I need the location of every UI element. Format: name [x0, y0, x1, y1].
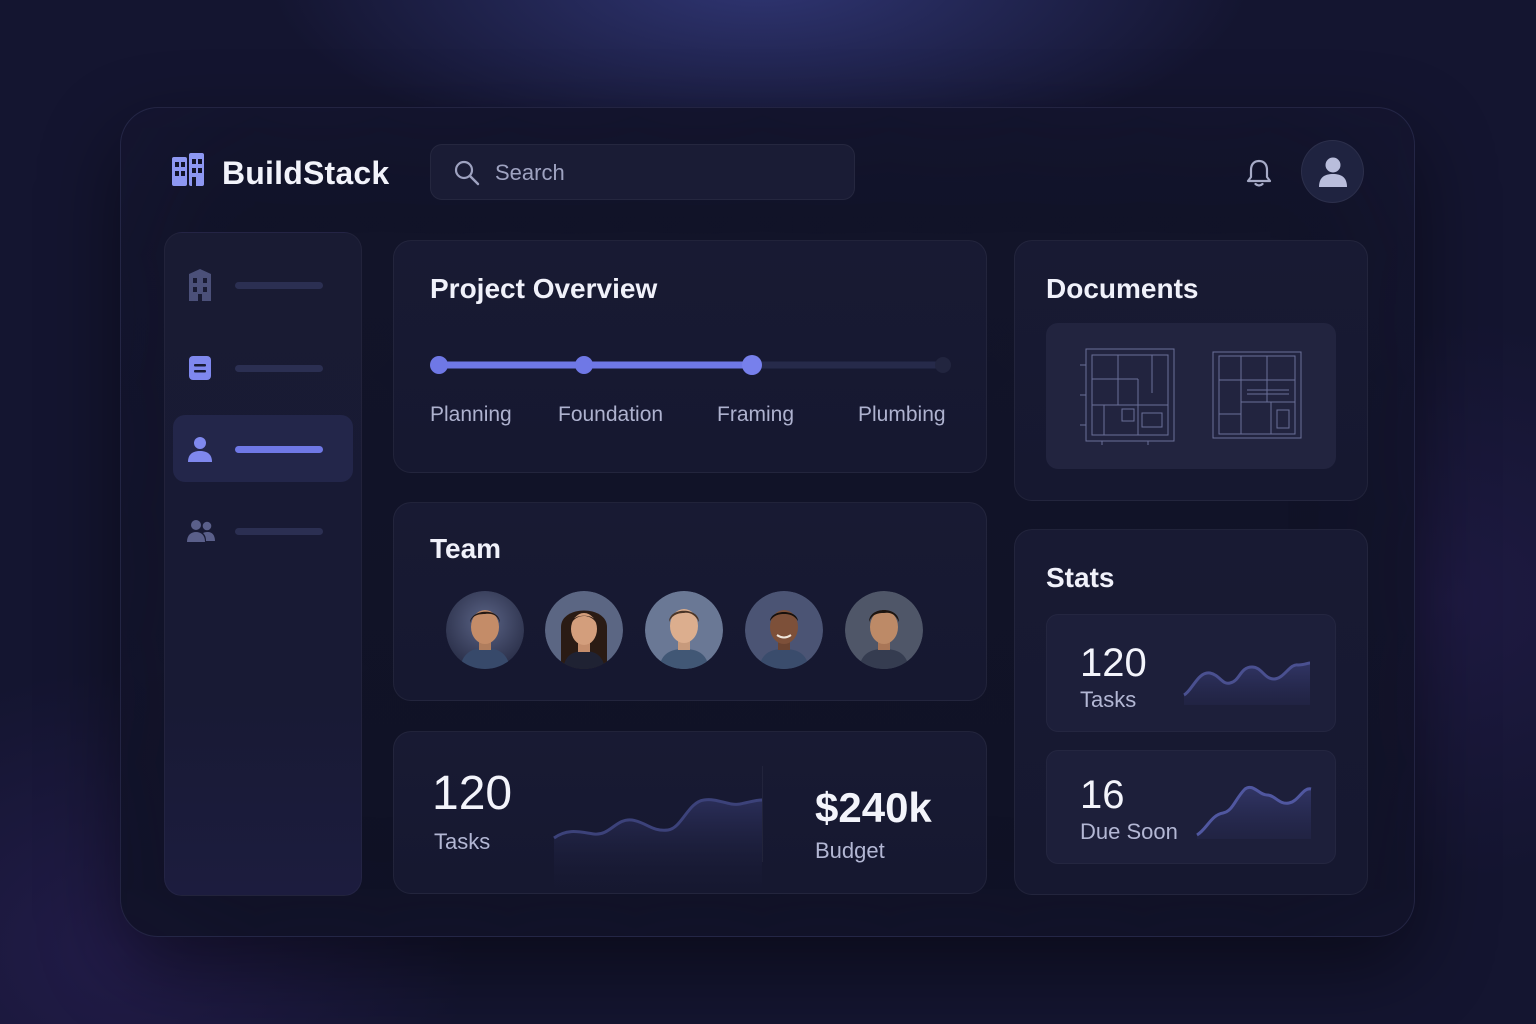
- building-icon: [189, 269, 211, 301]
- stage-label-planning[interactable]: Planning: [430, 403, 512, 427]
- sidebar-item-projects[interactable]: [173, 251, 353, 318]
- documents-preview: [1046, 323, 1336, 469]
- stat-label: Tasks: [1080, 687, 1137, 712]
- stage-label-framing[interactable]: Framing: [717, 403, 794, 427]
- stat-value: 120: [1080, 641, 1147, 685]
- card-title: Team: [430, 533, 502, 564]
- divider: [762, 766, 763, 862]
- stage-label-foundation[interactable]: Foundation: [558, 403, 663, 427]
- progress-timeline: [430, 355, 951, 375]
- sidebar-item-documents[interactable]: [173, 334, 353, 401]
- stat-sparkline: [1196, 785, 1312, 839]
- app-title: BuildStack: [222, 155, 390, 191]
- stage-dot-plumbing: [935, 357, 951, 373]
- stats-card: Stats 120 Tasks 16 Due Soon: [1014, 529, 1368, 895]
- tasks-value: 120: [432, 767, 513, 820]
- blueprint-icon[interactable]: [1211, 350, 1303, 440]
- project-overview-card: Project Overview Planning Foundation Fra…: [393, 240, 987, 473]
- user-icon: [1318, 157, 1347, 187]
- card-title: Stats: [1046, 562, 1115, 593]
- sidebar-item-team[interactable]: [173, 497, 353, 564]
- blueprint-icon[interactable]: [1078, 345, 1178, 445]
- user-avatar-button[interactable]: [1301, 140, 1364, 203]
- person-photo-icon: [745, 591, 823, 669]
- dashboard-window: BuildStack Search Project Overview Plann…: [120, 107, 1415, 937]
- bell-icon[interactable]: [1245, 158, 1273, 188]
- summary-card: 120 Tasks $240k Budget: [393, 731, 987, 894]
- person-photo-icon: [845, 591, 923, 669]
- user-icon: [188, 437, 212, 462]
- sidebar-item-label: [235, 446, 323, 453]
- card-title: Documents: [1046, 273, 1199, 304]
- member-avatar[interactable]: [745, 591, 823, 669]
- sidebar: [164, 232, 362, 896]
- tasks-trend-chart: [553, 798, 763, 894]
- stage-label-plumbing[interactable]: Plumbing: [858, 403, 946, 427]
- stat-due-soon[interactable]: 16 Due Soon: [1046, 750, 1336, 864]
- stage-dot-foundation: [575, 356, 593, 374]
- sidebar-item-profile[interactable]: [173, 415, 353, 482]
- team-card: Team: [393, 502, 987, 701]
- person-photo-icon: [645, 591, 723, 669]
- sidebar-item-label: [235, 365, 323, 372]
- group-icon: [187, 520, 215, 542]
- stat-label: Due Soon: [1080, 819, 1178, 844]
- stage-dot-framing: [742, 355, 762, 375]
- budget-value: $240k: [815, 784, 932, 831]
- member-avatar[interactable]: [446, 591, 524, 669]
- building-icon[interactable]: [171, 151, 205, 187]
- stat-tasks[interactable]: 120 Tasks: [1046, 614, 1336, 732]
- sidebar-item-label: [235, 528, 323, 535]
- sidebar-item-label: [235, 282, 323, 289]
- card-title: Project Overview: [430, 273, 658, 304]
- person-photo-icon: [446, 591, 524, 669]
- search-input[interactable]: [495, 145, 835, 201]
- stage-dot-planning: [430, 356, 448, 374]
- documents-card: Documents: [1014, 240, 1368, 501]
- member-avatar[interactable]: [845, 591, 923, 669]
- search-bar[interactable]: [430, 144, 855, 201]
- stat-sparkline: [1183, 661, 1311, 705]
- member-avatar[interactable]: [545, 591, 623, 669]
- member-avatar[interactable]: [645, 591, 723, 669]
- tasks-label: Tasks: [434, 829, 491, 854]
- budget-label: Budget: [815, 838, 885, 863]
- document-icon: [189, 356, 211, 380]
- person-photo-icon: [545, 591, 623, 669]
- stat-value: 16: [1080, 773, 1125, 817]
- search-icon: [454, 160, 480, 186]
